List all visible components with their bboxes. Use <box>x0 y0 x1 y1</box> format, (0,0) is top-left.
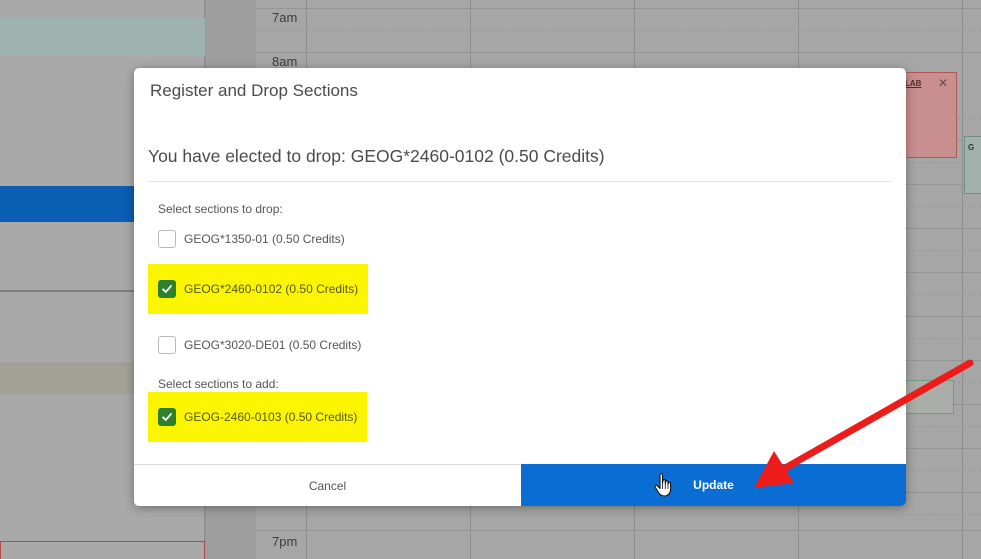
add-section-option[interactable]: GEOG-2460-0103 (0.50 Credits) <box>148 392 368 442</box>
time-label: 7pm <box>272 534 298 549</box>
update-button-label: Update <box>693 478 734 492</box>
checkbox-checked[interactable] <box>158 408 176 426</box>
red-arrow-icon <box>754 359 974 488</box>
event-label: LAB <box>905 79 922 88</box>
dialog-subtitle: You have elected to drop: GEOG*2460-0102… <box>148 146 605 166</box>
drop-section-option[interactable]: GEOG*3020-DE01 (0.50 Credits) <box>158 334 361 356</box>
drop-sections-label: Select sections to drop: <box>158 202 283 216</box>
calendar-event-lab[interactable]: LAB ✕ <box>900 72 957 158</box>
time-label: 7am <box>272 10 298 25</box>
checkbox[interactable] <box>158 230 176 248</box>
section-label: GEOG*2460-0102 (0.50 Credits) <box>184 282 359 296</box>
left-panel-card[interactable] <box>0 541 205 559</box>
section-label: GEOG*1350-01 (0.50 Credits) <box>184 232 345 246</box>
time-label: 8am <box>272 54 298 69</box>
event-label: G <box>968 143 975 152</box>
section-label: GEOG-2460-0103 (0.50 Credits) <box>184 410 358 424</box>
left-panel-band <box>0 18 205 56</box>
check-icon <box>162 285 172 293</box>
close-icon[interactable]: ✕ <box>938 76 948 90</box>
checkbox[interactable] <box>158 336 176 354</box>
hand-pointer-icon <box>654 473 672 497</box>
drop-section-option[interactable]: GEOG*2460-0102 (0.50 Credits) <box>148 264 369 314</box>
dialog-divider <box>148 181 892 182</box>
section-label: GEOG*3020-DE01 (0.50 Credits) <box>184 338 362 352</box>
drop-section-option[interactable]: GEOG*1350-01 (0.50 Credits) <box>158 228 345 250</box>
add-sections-label: Select sections to add: <box>158 377 279 391</box>
check-icon <box>162 413 172 421</box>
checkbox-checked[interactable] <box>158 280 176 298</box>
dialog-title: Register and Drop Sections <box>150 81 358 100</box>
calendar-event[interactable]: G <box>964 136 981 194</box>
cancel-button[interactable]: Cancel <box>134 464 521 506</box>
